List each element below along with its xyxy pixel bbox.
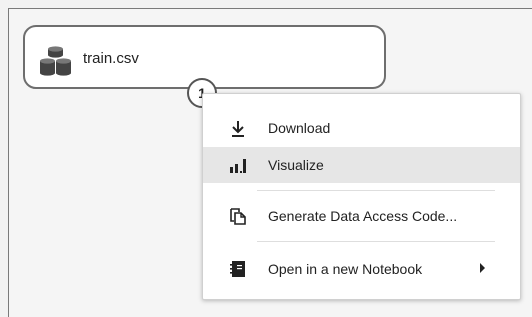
submenu-arrow-icon (480, 263, 485, 273)
notebook-icon (230, 261, 245, 277)
menu-item-generate-data-access-code[interactable]: Generate Data Access Code... (203, 198, 520, 234)
menu-item-download[interactable]: Download (203, 110, 520, 146)
menu-item-label: Download (268, 120, 331, 136)
menu-item-open-in-notebook[interactable]: Open in a new Notebook (203, 251, 520, 287)
menu-item-label: Visualize (268, 157, 324, 173)
menu-item-label: Generate Data Access Code... (268, 208, 458, 224)
menu-separator (257, 241, 495, 242)
menu-item-visualize[interactable]: Visualize (203, 147, 520, 183)
bar-chart-icon (230, 159, 246, 173)
copy-document-icon (230, 208, 246, 225)
dataset-icon (40, 46, 71, 76)
module-label: train.csv (83, 50, 139, 67)
context-menu: Download Visualize Generate Data Access … (202, 93, 521, 300)
menu-separator (257, 190, 495, 191)
download-icon (232, 121, 244, 137)
menu-item-label: Open in a new Notebook (268, 261, 423, 277)
